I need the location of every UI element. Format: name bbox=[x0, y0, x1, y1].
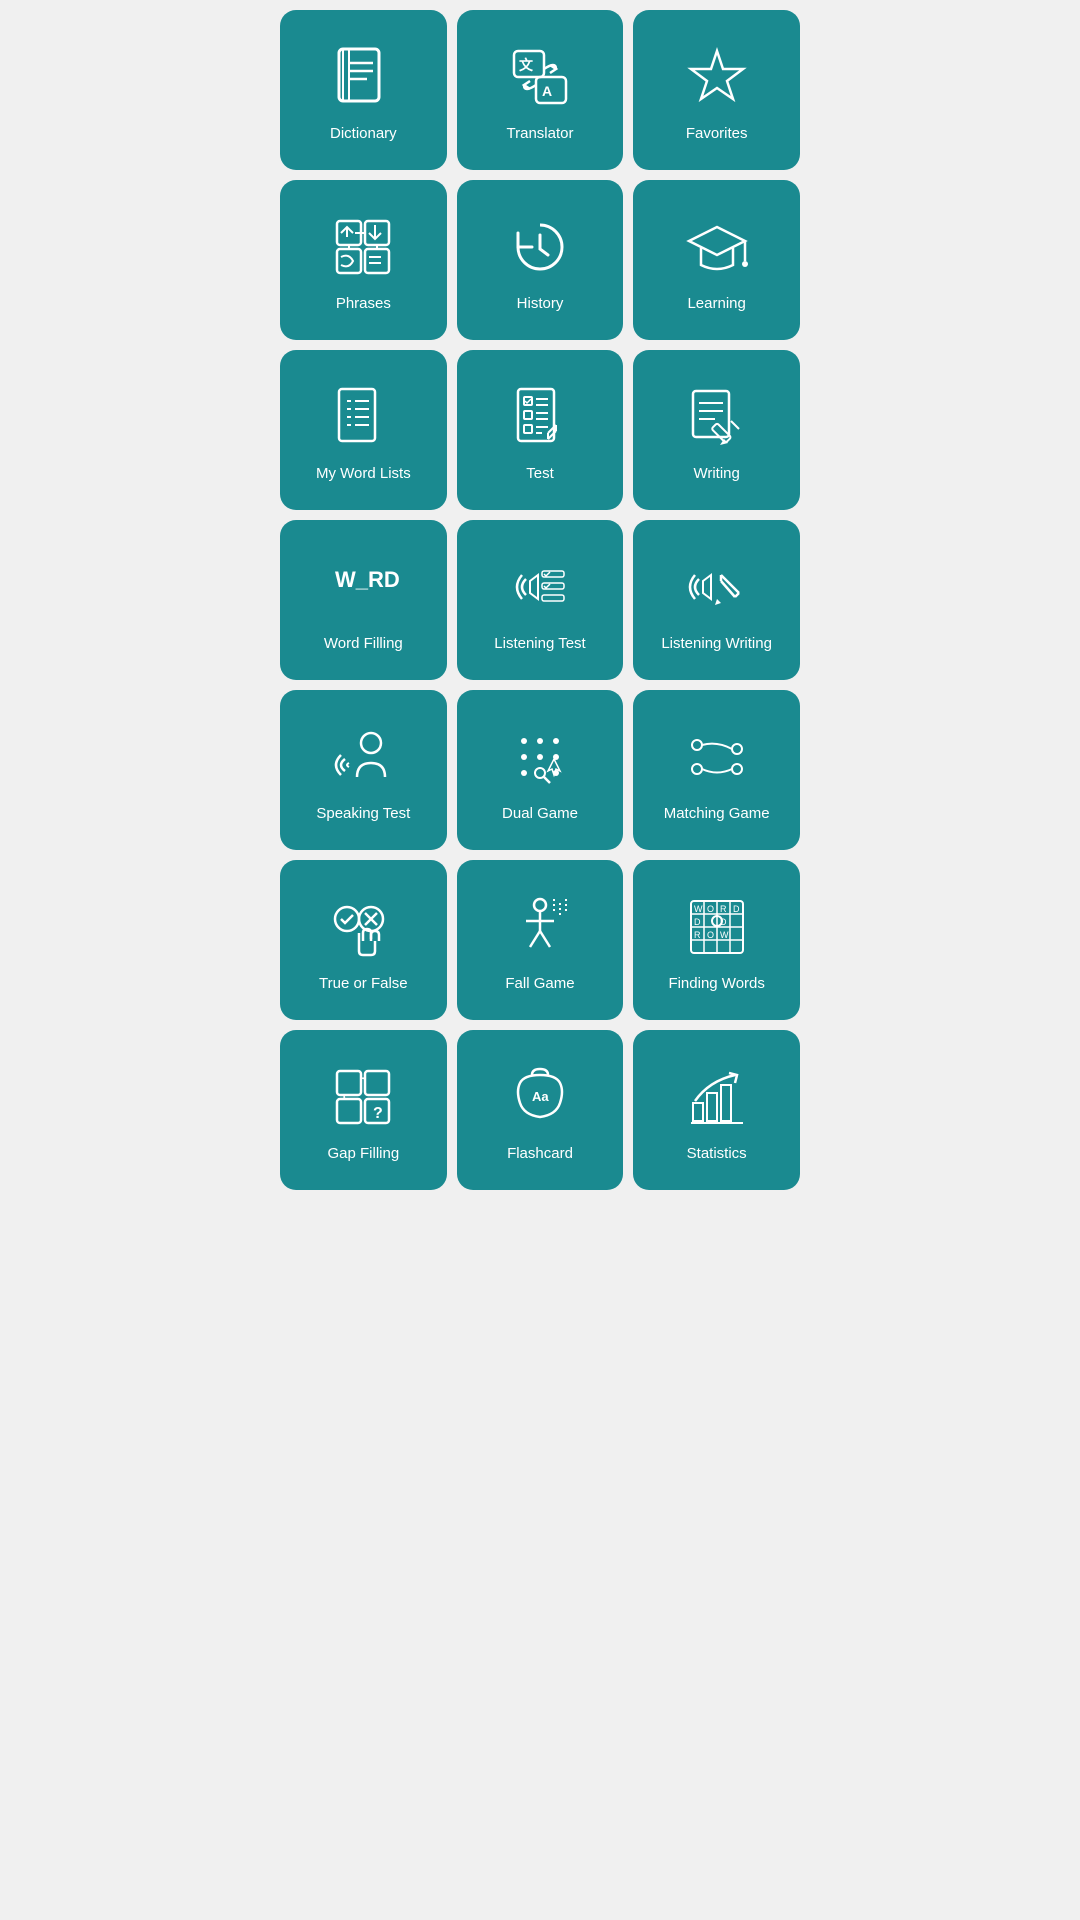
svg-text:O: O bbox=[707, 904, 714, 914]
history-label: History bbox=[517, 295, 564, 313]
tile-phrases[interactable]: Phrases bbox=[280, 180, 447, 340]
svg-text:D: D bbox=[694, 917, 701, 927]
svg-text:W_RD: W_RD bbox=[335, 567, 399, 592]
gap-filling-icon: ? bbox=[327, 1061, 399, 1133]
dual-game-icon bbox=[504, 721, 576, 793]
flashcard-label: Flashcard bbox=[507, 1145, 573, 1163]
svg-text:R: R bbox=[694, 930, 701, 940]
svg-text:D: D bbox=[733, 904, 740, 914]
tile-test[interactable]: Test bbox=[457, 350, 624, 510]
tile-matching-game[interactable]: Matching Game bbox=[633, 690, 800, 850]
translator-icon: 文 A bbox=[504, 41, 576, 113]
tile-my-word-lists[interactable]: My Word Lists bbox=[280, 350, 447, 510]
matching-game-icon bbox=[681, 721, 753, 793]
test-icon bbox=[504, 381, 576, 453]
gap-filling-label: Gap Filling bbox=[327, 1145, 399, 1163]
speaking-test-label: Speaking Test bbox=[316, 805, 410, 823]
listening-test-label: Listening Test bbox=[494, 635, 585, 653]
tile-fall-game[interactable]: Fall Game bbox=[457, 860, 624, 1020]
listening-writing-label: Listening Writing bbox=[661, 635, 772, 653]
phrases-icon bbox=[327, 211, 399, 283]
tile-history[interactable]: History bbox=[457, 180, 624, 340]
tile-true-or-false[interactable]: True or False bbox=[280, 860, 447, 1020]
listening-writing-icon bbox=[681, 551, 753, 623]
tile-listening-writing[interactable]: Listening Writing bbox=[633, 520, 800, 680]
tile-flashcard[interactable]: Aa Flashcard bbox=[457, 1030, 624, 1190]
matching-game-label: Matching Game bbox=[664, 805, 770, 823]
tile-speaking-test[interactable]: Speaking Test bbox=[280, 690, 447, 850]
svg-text:?: ? bbox=[373, 1105, 383, 1122]
word-filling-icon: W_RD bbox=[327, 551, 399, 623]
flashcard-icon: Aa bbox=[504, 1061, 576, 1133]
tile-learning[interactable]: Learning bbox=[633, 180, 800, 340]
listening-test-icon bbox=[504, 551, 576, 623]
tile-word-filling[interactable]: W_RD Word Filling bbox=[280, 520, 447, 680]
history-icon bbox=[504, 211, 576, 283]
finding-words-icon: W O R D D D R O W bbox=[681, 891, 753, 963]
svg-text:Aa: Aa bbox=[532, 1089, 549, 1104]
fall-game-icon bbox=[504, 891, 576, 963]
statistics-label: Statistics bbox=[687, 1145, 747, 1163]
test-label: Test bbox=[526, 465, 554, 483]
writing-icon bbox=[681, 381, 753, 453]
dictionary-icon bbox=[327, 41, 399, 113]
true-or-false-label: True or False bbox=[319, 975, 408, 993]
tile-dual-game[interactable]: Dual Game bbox=[457, 690, 624, 850]
svg-text:R: R bbox=[720, 904, 727, 914]
tile-statistics[interactable]: Statistics bbox=[633, 1030, 800, 1190]
tile-listening-test[interactable]: Listening Test bbox=[457, 520, 624, 680]
my-word-lists-icon bbox=[327, 381, 399, 453]
svg-text:文: 文 bbox=[519, 57, 534, 73]
dual-game-label: Dual Game bbox=[502, 805, 578, 823]
tile-finding-words[interactable]: W O R D D D R O W Finding Words bbox=[633, 860, 800, 1020]
svg-text:O: O bbox=[707, 930, 714, 940]
fall-game-label: Fall Game bbox=[505, 975, 574, 993]
learning-icon bbox=[681, 211, 753, 283]
svg-text:A: A bbox=[542, 83, 552, 99]
tile-writing[interactable]: Writing bbox=[633, 350, 800, 510]
svg-text:W: W bbox=[720, 930, 729, 940]
favorites-label: Favorites bbox=[686, 125, 748, 143]
svg-text:D: D bbox=[720, 917, 727, 927]
tile-gap-filling[interactable]: ? Gap Filling bbox=[280, 1030, 447, 1190]
learning-label: Learning bbox=[687, 295, 745, 313]
true-or-false-icon bbox=[327, 891, 399, 963]
svg-text:W: W bbox=[694, 904, 703, 914]
favorites-icon bbox=[681, 41, 753, 113]
tile-dictionary[interactable]: Dictionary bbox=[280, 10, 447, 170]
tile-translator[interactable]: 文 A Translator bbox=[457, 10, 624, 170]
my-word-lists-label: My Word Lists bbox=[316, 465, 411, 483]
tile-favorites[interactable]: Favorites bbox=[633, 10, 800, 170]
app-grid: Dictionary 文 A Translator Favorites bbox=[270, 0, 810, 1200]
speaking-test-icon bbox=[327, 721, 399, 793]
writing-label: Writing bbox=[693, 465, 739, 483]
dictionary-label: Dictionary bbox=[330, 125, 397, 143]
word-filling-label: Word Filling bbox=[324, 635, 403, 653]
translator-label: Translator bbox=[507, 125, 574, 143]
finding-words-label: Finding Words bbox=[668, 975, 764, 993]
phrases-label: Phrases bbox=[336, 295, 391, 313]
statistics-icon bbox=[681, 1061, 753, 1133]
